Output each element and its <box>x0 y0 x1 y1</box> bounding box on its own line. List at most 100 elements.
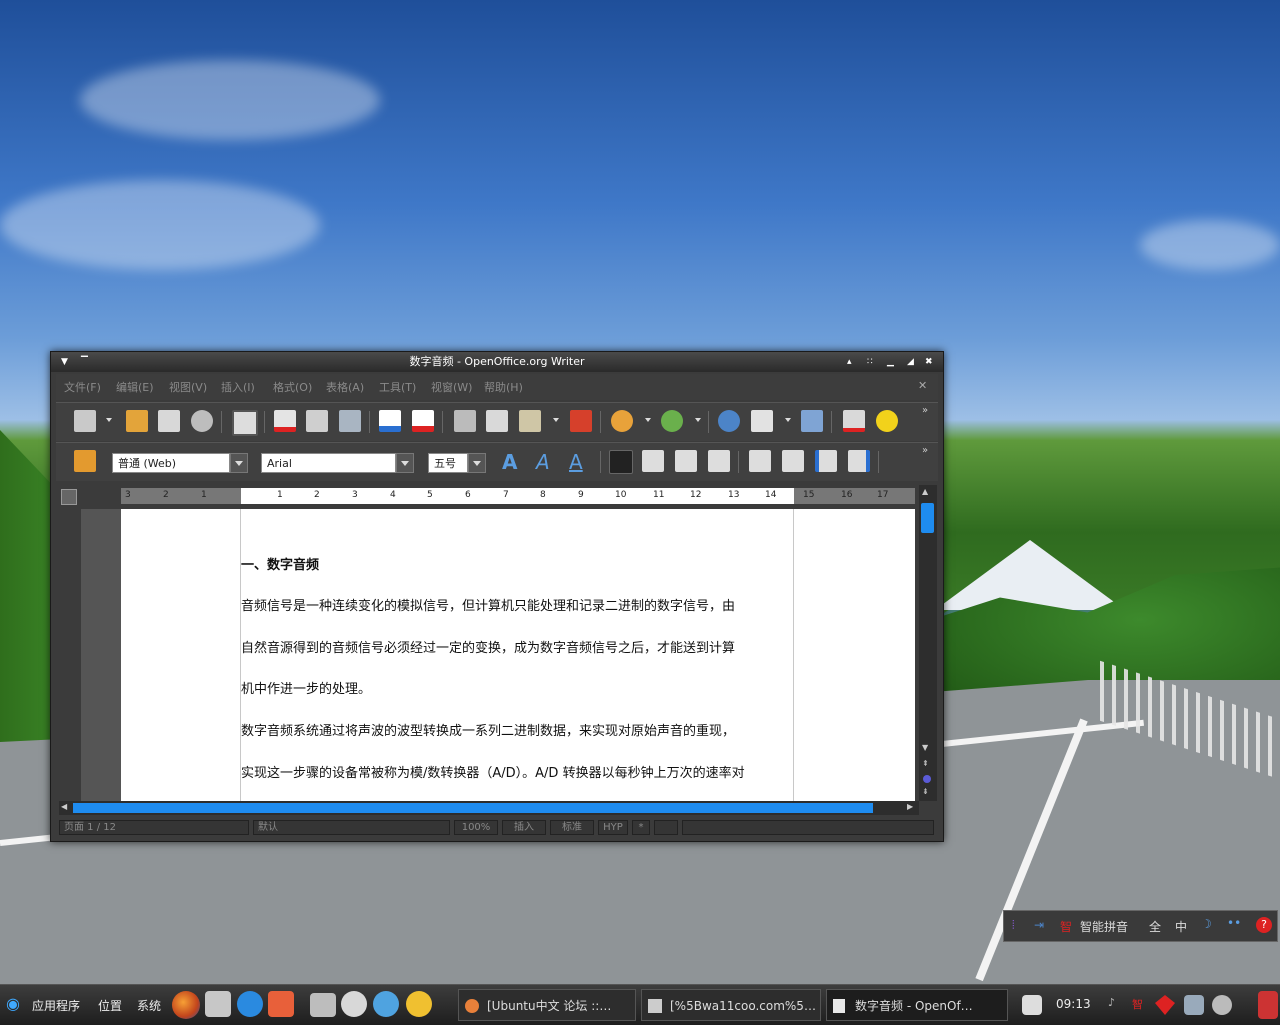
undo-icon[interactable] <box>611 410 633 432</box>
new-dropdown-icon[interactable] <box>106 418 112 422</box>
paragraph-style-dropdown-icon[interactable] <box>230 453 248 473</box>
navigation-icon[interactable] <box>923 775 931 783</box>
bullets-icon[interactable] <box>782 450 804 472</box>
ime-help-icon[interactable]: ? <box>1256 917 1272 933</box>
cd-burner-icon[interactable] <box>341 991 367 1017</box>
redo-icon[interactable] <box>661 410 683 432</box>
paste-icon[interactable] <box>519 410 541 432</box>
navigator-icon[interactable] <box>876 410 898 432</box>
volume-icon[interactable] <box>1212 995 1232 1015</box>
logout-icon[interactable] <box>1258 991 1278 1019</box>
undo-dropdown-icon[interactable] <box>645 418 651 422</box>
align-left-icon[interactable] <box>609 450 633 474</box>
toolbar-overflow-icon[interactable]: » <box>922 445 928 456</box>
status-selection-mode[interactable]: 标准 <box>550 820 594 835</box>
paragraph-style-combo[interactable]: 普通 (Web) <box>112 453 230 473</box>
ime-arrow-icon[interactable]: ⇥ <box>1034 918 1044 932</box>
scroll-right-icon[interactable]: ▶ <box>907 802 913 811</box>
menu-file[interactable]: 文件(F) <box>64 379 101 395</box>
spellcheck-icon[interactable] <box>379 410 401 432</box>
toolbar-overflow-icon[interactable]: » <box>922 405 928 416</box>
font-size-dropdown-icon[interactable] <box>468 453 486 473</box>
menu-format[interactable]: 格式(O) <box>273 379 312 395</box>
menu-edit[interactable]: 编辑(E) <box>116 379 154 395</box>
italic-icon[interactable]: A <box>536 450 550 474</box>
print-preview-icon[interactable] <box>339 410 361 432</box>
previous-page-icon[interactable]: ⇞ <box>922 759 929 768</box>
home-folder-icon[interactable] <box>268 991 294 1017</box>
system-menu[interactable]: 系统 <box>137 997 161 1014</box>
autospellcheck-icon[interactable] <box>412 410 434 432</box>
open-folder-icon[interactable] <box>126 410 148 432</box>
ime-input-method-icon[interactable]: 智 <box>1060 918 1072 935</box>
find-replace-icon[interactable] <box>843 410 865 432</box>
ime-punctuation-icon[interactable]: ☽ <box>1201 917 1212 931</box>
ime-name[interactable]: 智能拼音 <box>1080 918 1128 935</box>
vertical-scrollbar[interactable]: ▲ ▼ ⇞ ⇟ <box>919 485 937 801</box>
ruby-gem-icon[interactable] <box>1155 995 1175 1015</box>
ubuntu-logo-icon[interactable]: ◉ <box>6 994 20 1013</box>
font-size-combo[interactable]: 五号 <box>428 453 468 473</box>
scroll-up-icon[interactable]: ▲ <box>922 487 928 496</box>
draw-functions-icon[interactable] <box>801 410 823 432</box>
styles-formatting-icon[interactable] <box>74 450 96 472</box>
font-name-dropdown-icon[interactable] <box>396 453 414 473</box>
cut-icon[interactable] <box>454 410 476 432</box>
horizontal-ruler[interactable]: 3 2 1 1 2 3 4 5 6 7 8 9 10 11 12 13 14 1… <box>121 488 915 504</box>
calendar-icon[interactable] <box>1022 995 1042 1015</box>
shade-icon[interactable]: ▔ <box>81 352 88 372</box>
status-zoom[interactable]: 100% <box>454 820 498 835</box>
raise-icon[interactable]: ▴ <box>847 352 852 372</box>
close-doc-icon[interactable]: ✕ <box>918 379 927 392</box>
title-bar[interactable]: ▼ ▔ 数字音频 - OpenOffice.org Writer ▴ ∷ ▁ ◢… <box>51 352 943 372</box>
print-icon[interactable] <box>306 410 328 432</box>
table-icon[interactable] <box>751 410 773 432</box>
save-icon[interactable] <box>158 410 180 432</box>
status-page-style[interactable]: 默认 <box>253 820 450 835</box>
music-note-icon[interactable]: ♪ <box>1108 996 1115 1009</box>
next-page-icon[interactable]: ⇟ <box>922 787 929 796</box>
close-icon[interactable]: ✖ <box>925 352 933 372</box>
document-page[interactable]: 一、数字音频 音频信号是一种连续变化的模拟信号，但计算机只能处理和记录二进制的数… <box>121 509 915 801</box>
format-paintbrush-icon[interactable] <box>570 410 592 432</box>
menu-tools[interactable]: 工具(T) <box>379 379 416 395</box>
underline-icon[interactable]: A <box>569 450 583 474</box>
ime-logo-icon[interactable]: ⦙ <box>1012 918 1015 933</box>
decrease-indent-icon[interactable] <box>815 450 837 472</box>
ime-keyboard-icon[interactable]: •• <box>1227 916 1241 930</box>
applications-menu[interactable]: 应用程序 <box>32 997 80 1014</box>
menu-table[interactable]: 表格(A) <box>326 379 364 395</box>
paste-dropdown-icon[interactable] <box>553 418 559 422</box>
sticky-icon[interactable]: ∷ <box>867 352 873 372</box>
status-signature[interactable] <box>654 820 678 835</box>
status-hyperlink-mode[interactable]: HYP <box>598 820 628 835</box>
minimize-icon[interactable]: ▁ <box>887 352 894 372</box>
task-writer-window[interactable]: 数字音频 - OpenOf… <box>826 989 1008 1021</box>
email-icon[interactable] <box>191 410 213 432</box>
status-insert-mode[interactable]: 插入 <box>502 820 546 835</box>
numbering-icon[interactable] <box>749 450 771 472</box>
font-name-combo[interactable]: Arial <box>261 453 396 473</box>
menu-help[interactable]: 帮助(H) <box>484 379 523 395</box>
settings-gear-icon[interactable] <box>237 991 263 1017</box>
scroll-down-icon[interactable]: ▼ <box>922 743 928 752</box>
network-icon[interactable] <box>1184 995 1204 1015</box>
vertical-scroll-thumb[interactable] <box>921 503 934 533</box>
window-menu-icon[interactable]: ▼ <box>61 352 68 372</box>
clock[interactable]: 09:13 <box>1056 997 1091 1011</box>
places-menu[interactable]: 位置 <box>98 997 122 1014</box>
align-center-icon[interactable] <box>642 450 664 472</box>
scroll-left-icon[interactable]: ◀ <box>61 802 67 811</box>
messenger-icon[interactable] <box>406 991 432 1017</box>
maximize-icon[interactable]: ◢ <box>907 352 914 372</box>
tab-stop-selector[interactable] <box>61 489 77 505</box>
menu-window[interactable]: 视窗(W) <box>431 379 472 395</box>
menu-view[interactable]: 视图(V) <box>169 379 207 395</box>
table-dropdown-icon[interactable] <box>785 418 791 422</box>
qq-penguin-icon[interactable] <box>373 991 399 1017</box>
new-document-icon[interactable] <box>74 410 96 432</box>
mail-clock-icon[interactable] <box>205 991 231 1017</box>
firefox-icon[interactable] <box>172 991 200 1019</box>
status-page[interactable]: 页面 1 / 12 <box>59 820 249 835</box>
ime-fullwidth-toggle[interactable]: 全 <box>1149 918 1161 935</box>
